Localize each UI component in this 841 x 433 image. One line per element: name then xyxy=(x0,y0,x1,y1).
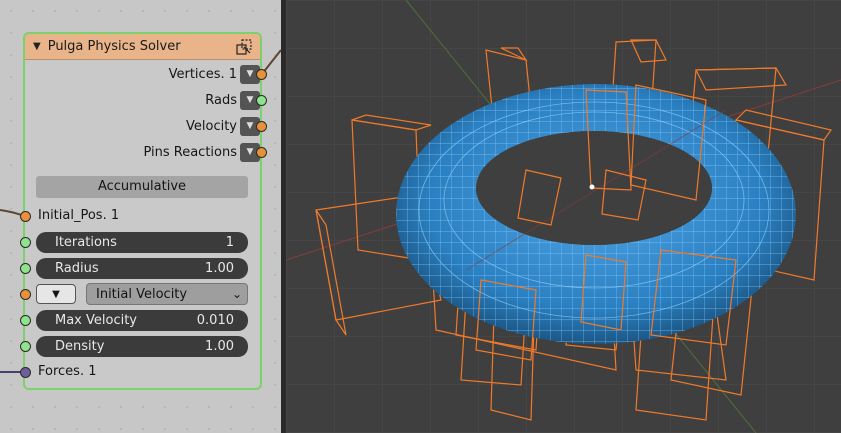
output-rads: Rads ▼ xyxy=(205,90,260,110)
triangle-down-icon[interactable]: ▼ xyxy=(36,284,76,304)
max-velocity-field[interactable]: Max Velocity 0.010 xyxy=(36,310,248,331)
accumulative-button[interactable]: Accumulative xyxy=(36,176,248,198)
initial-velocity-select[interactable]: Initial Velocity ⌄ xyxy=(86,283,248,305)
input-label-forces: Forces. 1 xyxy=(38,364,97,379)
input-label-initial-pos: Initial_Pos. 1 xyxy=(38,208,120,223)
field-label: Iterations xyxy=(55,235,117,250)
node-options-icon[interactable] xyxy=(236,38,252,55)
radius-field[interactable]: Radius 1.00 xyxy=(36,258,248,279)
output-pins-reactions: Pins Reactions ▼ xyxy=(143,142,260,162)
socket-rads-out[interactable] xyxy=(256,95,267,106)
socket-pins-reactions-out[interactable] xyxy=(256,147,267,158)
node-title: Pulga Physics Solver xyxy=(47,39,181,54)
socket-velocity-out[interactable] xyxy=(256,121,267,132)
field-value: 1 xyxy=(225,235,234,250)
field-value: 1.00 xyxy=(205,261,234,276)
field-label: Max Velocity xyxy=(55,313,138,328)
field-label: Radius xyxy=(55,261,99,276)
3d-viewport[interactable] xyxy=(286,0,841,433)
viewport-scene xyxy=(286,0,841,433)
density-field[interactable]: Density 1.00 xyxy=(36,336,248,357)
output-vertices: Vertices. 1 ▼ xyxy=(169,64,260,84)
output-label: Vertices. 1 xyxy=(168,66,237,82)
chevron-down-icon: ⌄ xyxy=(231,287,242,301)
node-editor-panel[interactable]: ▼ Pulga Physics Solver Vertices. 1 ▼ Rad… xyxy=(0,0,281,433)
node-header[interactable]: ▼ Pulga Physics Solver xyxy=(25,34,260,60)
origin-point xyxy=(589,184,595,190)
socket-iterations-in[interactable] xyxy=(20,237,31,248)
socket-max-velocity-in[interactable] xyxy=(20,315,31,326)
socket-forces-in[interactable] xyxy=(20,367,31,378)
output-label: Velocity xyxy=(186,118,237,134)
field-value: 1.00 xyxy=(205,339,234,354)
socket-initial-pos-in[interactable] xyxy=(20,211,31,222)
socket-density-in[interactable] xyxy=(20,341,31,352)
field-label: Density xyxy=(55,339,105,354)
output-label: Rads xyxy=(205,92,237,108)
socket-initial-velocity-in[interactable] xyxy=(20,289,31,300)
output-label: Pins Reactions xyxy=(143,144,237,160)
chevron-down-icon[interactable]: ▼ xyxy=(33,41,41,52)
socket-radius-in[interactable] xyxy=(20,263,31,274)
socket-vertices-out[interactable] xyxy=(256,69,267,80)
field-value: 0.010 xyxy=(196,313,234,328)
select-value: Initial Velocity xyxy=(96,286,188,302)
iterations-field[interactable]: Iterations 1 xyxy=(36,232,248,253)
output-velocity: Velocity ▼ xyxy=(186,116,260,136)
